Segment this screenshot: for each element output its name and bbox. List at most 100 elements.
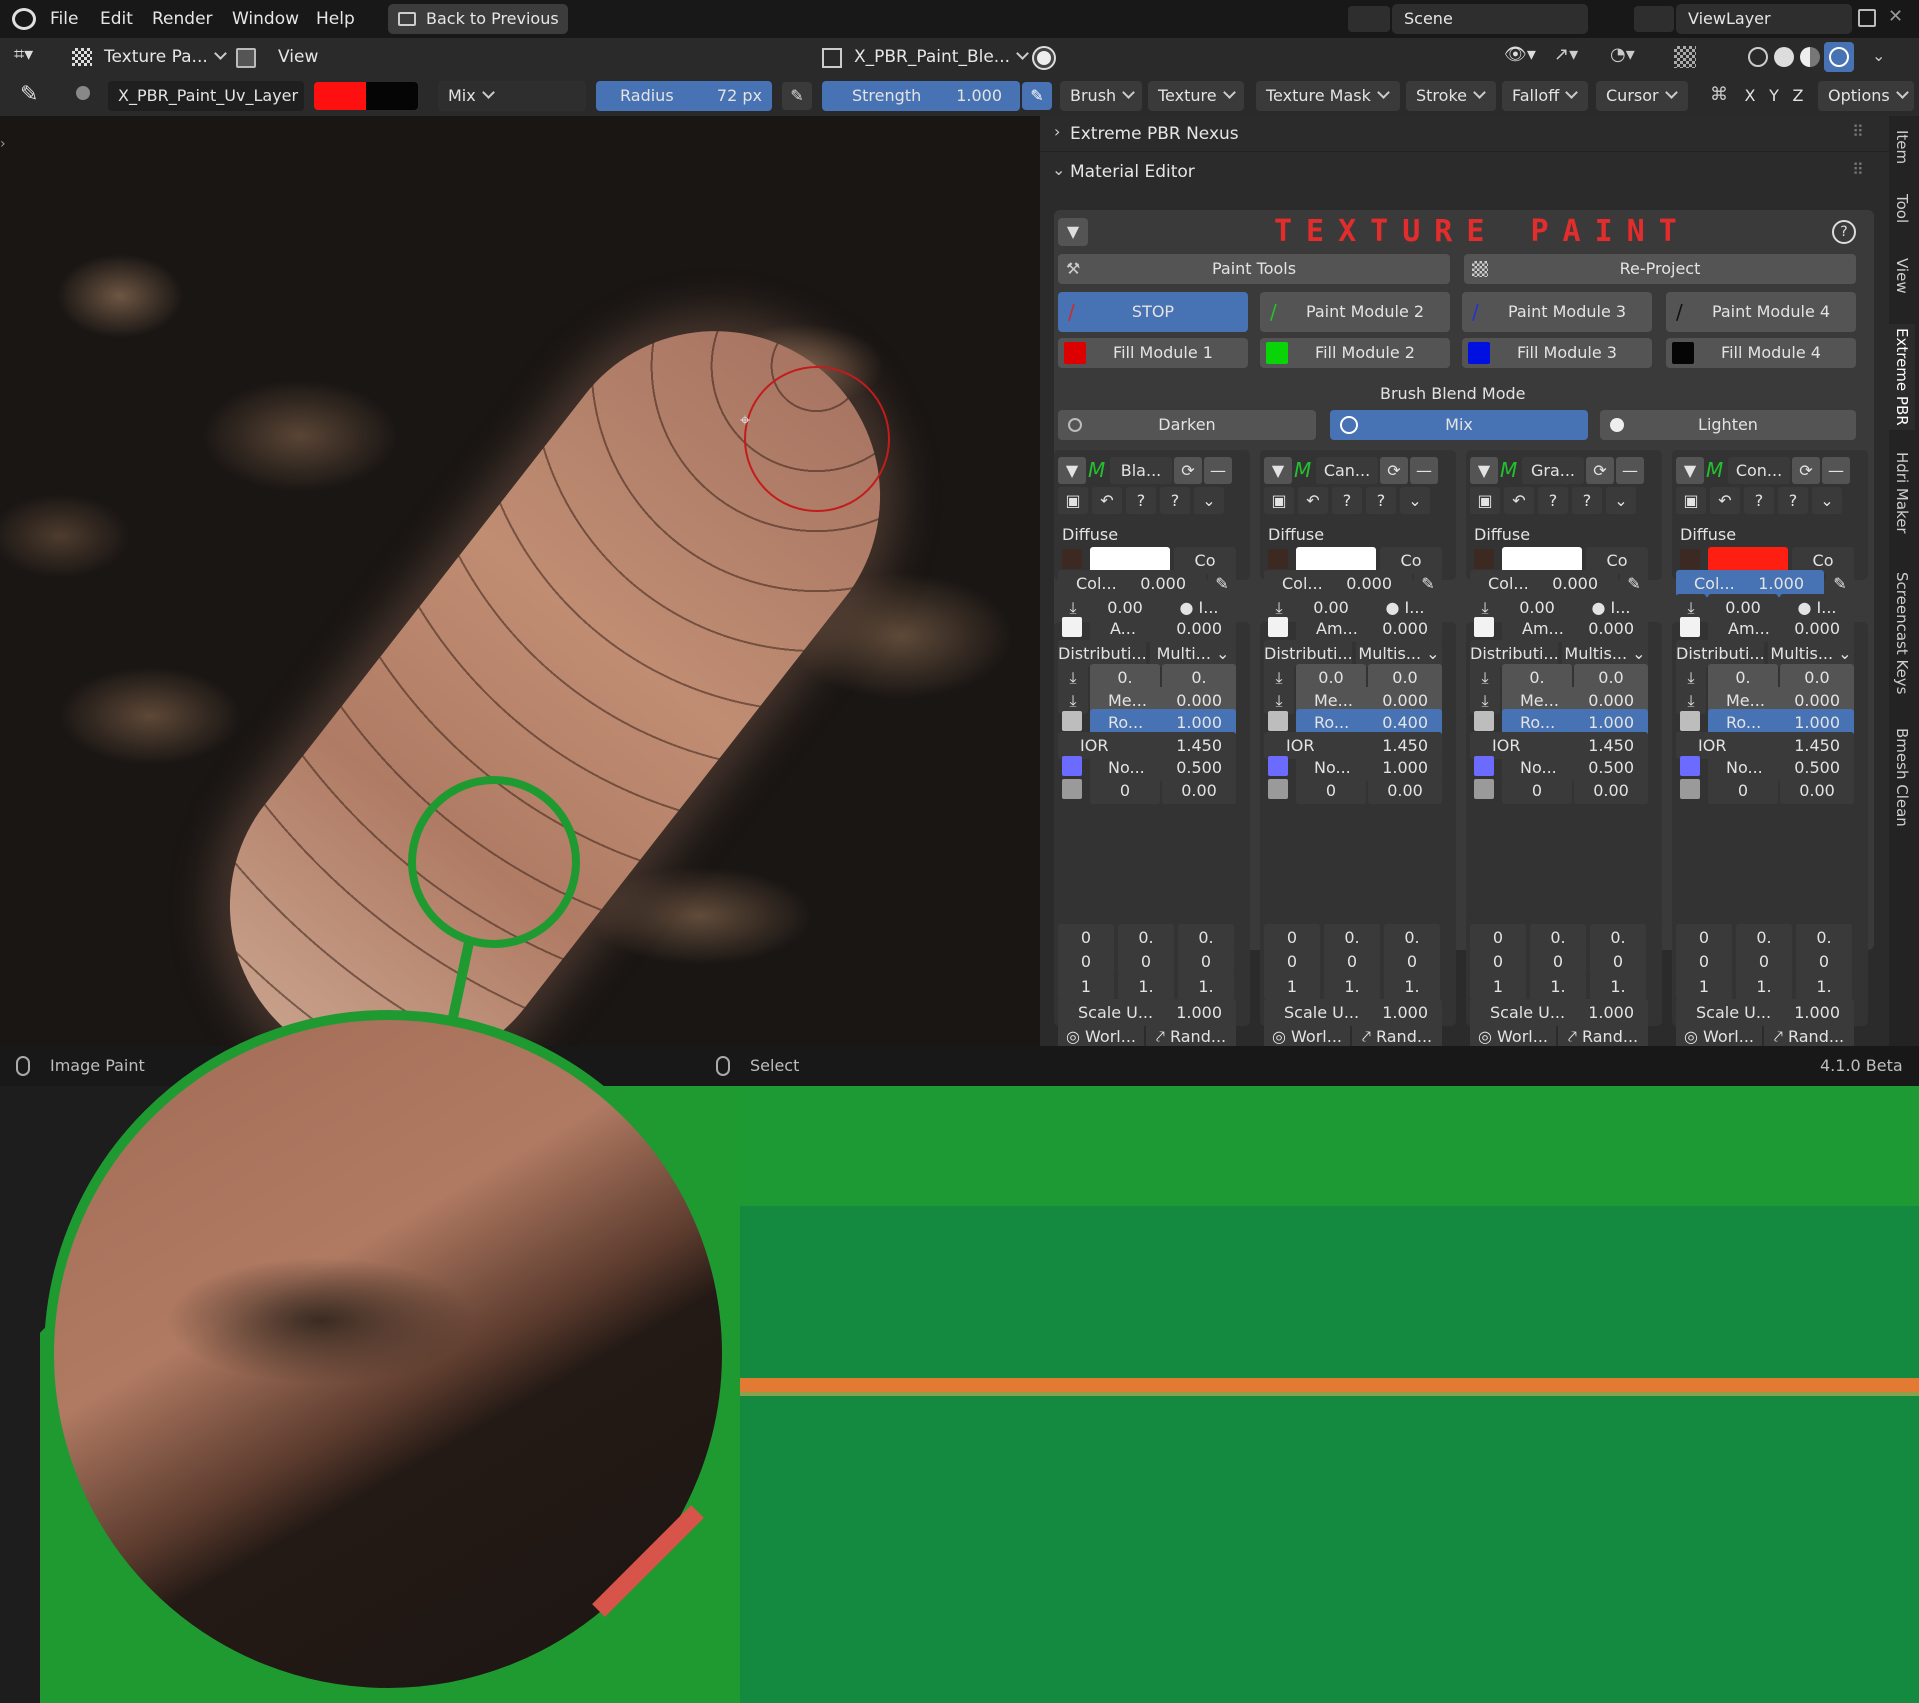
tab-hdri-maker[interactable]: Hdri Maker [1893,452,1911,534]
remove-icon[interactable]: — [1616,457,1644,484]
blend-darken-button[interactable]: Darken [1058,410,1316,440]
uv-layer-field[interactable]: X_PBR_Paint_Uv_Layer [108,81,304,111]
mapping-field[interactable]: 1. [1178,973,1234,1000]
undo-icon[interactable]: ↶ [1298,487,1328,514]
mapping-field[interactable]: 1 [1058,973,1114,1000]
ambient-swatch-icon[interactable] [1062,617,1082,637]
mapping-field[interactable]: 0. [1384,924,1440,951]
mapping-field[interactable]: 1 [1264,973,1320,1000]
editor-type-icon[interactable]: ⌗▾ [14,44,56,70]
height-value-field[interactable]: 0.00 [1574,777,1648,804]
tab-tool[interactable]: Tool [1893,194,1911,223]
height-field[interactable]: 0 [1090,777,1160,804]
eyedropper-icon[interactable]: ✎ [1414,570,1442,597]
expand-toolbar-icon[interactable]: › [0,136,6,152]
mapping-field[interactable]: 0 [1384,948,1440,975]
copy-viewlayer-icon[interactable] [1858,9,1876,27]
eyedropper-icon[interactable]: ✎ [1208,570,1236,597]
mapping-field[interactable]: 0 [1736,948,1792,975]
undo-icon[interactable]: ↶ [1092,487,1122,514]
normal-map-icon[interactable] [1680,756,1700,776]
mapping-field[interactable]: 0. [1530,924,1586,951]
chevron-down-icon[interactable]: ⌄ [1400,487,1430,514]
primary-color-swatch[interactable] [314,82,366,110]
help-icon[interactable]: ? [1126,487,1156,514]
roughness-texture-icon[interactable] [1062,711,1082,731]
ambient-field[interactable]: Am... 0.000 [1502,615,1648,642]
viewlayer-selector[interactable]: ViewLayer [1676,4,1852,34]
mapping-field[interactable]: 1. [1324,973,1380,1000]
roughness-texture-icon[interactable] [1474,711,1494,731]
help-icon[interactable]: ? [1366,487,1396,514]
refresh-icon[interactable]: ⟳ [1174,457,1202,484]
visibility-icon[interactable]: 👁▾ [1504,44,1544,70]
image-icon[interactable]: ▣ [1264,487,1294,514]
image-icon[interactable]: ▣ [1676,487,1706,514]
brush-menu[interactable]: Brush [1060,81,1142,111]
collapse-icon[interactable]: ▼ [1470,457,1498,484]
color-value-field[interactable]: Col... 0.000 [1058,570,1206,597]
mapping-field[interactable]: 0 [1058,948,1114,975]
eyedropper-icon[interactable]: ✎ [1826,570,1854,597]
mapping-field[interactable]: 0. [1796,924,1852,951]
height-map-icon[interactable] [1268,779,1288,799]
mapping-field[interactable]: 1. [1796,973,1852,1000]
mapping-field[interactable]: 1. [1384,973,1440,1000]
refresh-icon[interactable]: ⟳ [1792,457,1820,484]
color-value-field[interactable]: Col... 0.000 [1470,570,1618,597]
mapping-field[interactable]: 0 [1676,924,1732,951]
options-menu[interactable]: Options [1818,81,1914,111]
mapping-field[interactable]: 0 [1118,948,1174,975]
help-icon[interactable]: ? [1160,487,1190,514]
cursor-menu[interactable]: Cursor [1596,81,1688,111]
mapping-field[interactable]: 1. [1736,973,1792,1000]
blender-logo-icon[interactable] [12,8,36,30]
paint-tools-button[interactable]: ⚒ Paint Tools [1058,254,1450,284]
tab-screencast-keys[interactable]: Screencast Keys [1893,572,1911,694]
mapping-field[interactable]: 0 [1590,948,1646,975]
scene-icon[interactable] [1348,6,1390,32]
gizmo-icon[interactable]: ↗▾ [1554,44,1594,70]
mapping-field[interactable]: 0 [1530,948,1586,975]
download-icon[interactable]: ⤓ [1470,687,1500,714]
stroke-menu[interactable]: Stroke [1406,81,1496,111]
scene-selector[interactable]: Scene [1392,4,1588,34]
mapping-field[interactable]: 1. [1530,973,1586,1000]
mapping-field[interactable]: 0. [1178,924,1234,951]
material-name-field[interactable]: Con... [1728,457,1790,484]
image-selector[interactable]: X_PBR_Paint_Ble... [854,38,1027,76]
normal-map-icon[interactable] [1474,756,1494,776]
distribution-dropdown[interactable]: Multis... ⌄ [1768,640,1854,667]
mapping-field[interactable]: 0 [1470,924,1526,951]
distribution-dropdown[interactable]: Multis... ⌄ [1356,640,1442,667]
help-icon[interactable]: ? [1744,487,1774,514]
help-icon[interactable]: ? [1538,487,1568,514]
height-field[interactable]: 0 [1296,777,1366,804]
reproject-button[interactable]: Re-Project [1464,254,1856,284]
chevron-down-icon[interactable]: ⌄ [1606,487,1636,514]
ambient-field[interactable]: Am... 0.000 [1296,615,1442,642]
viewlayer-icon[interactable] [1634,6,1674,32]
tab-item[interactable]: Item [1893,130,1911,164]
chevron-down-icon[interactable]: ⌄ [1812,487,1842,514]
help-icon[interactable]: ? [1332,487,1362,514]
ambient-swatch-icon[interactable] [1680,617,1700,637]
fill-module-4-button[interactable]: Fill Module 4 [1666,338,1856,368]
height-field[interactable]: 0 [1502,777,1572,804]
mapping-field[interactable]: 0. [1736,924,1792,951]
rendered-shading-icon[interactable] [1824,42,1854,72]
normal-map-icon[interactable] [1268,756,1288,776]
blend-lighten-button[interactable]: Lighten [1600,410,1856,440]
back-to-previous-button[interactable]: Back to Previous [388,4,568,34]
eyedropper-icon[interactable]: ✎ [1620,570,1648,597]
wireframe-shading-icon[interactable] [1748,47,1768,67]
color-value-field[interactable]: Col... 0.000 [1264,570,1412,597]
blend-mix-button[interactable]: Mix [1330,410,1588,440]
collapse-icon[interactable]: ▼ [1264,457,1292,484]
material-name-field[interactable]: Can... [1316,457,1378,484]
symmetry-icon[interactable]: ⌘ [1710,84,1728,105]
fill-module-1-button[interactable]: Fill Module 1 [1058,338,1248,368]
texture-slots-icon[interactable] [236,48,256,68]
scale-field[interactable]: Scale U... 1.000 [1264,999,1442,1026]
undo-icon[interactable]: ↶ [1504,487,1534,514]
